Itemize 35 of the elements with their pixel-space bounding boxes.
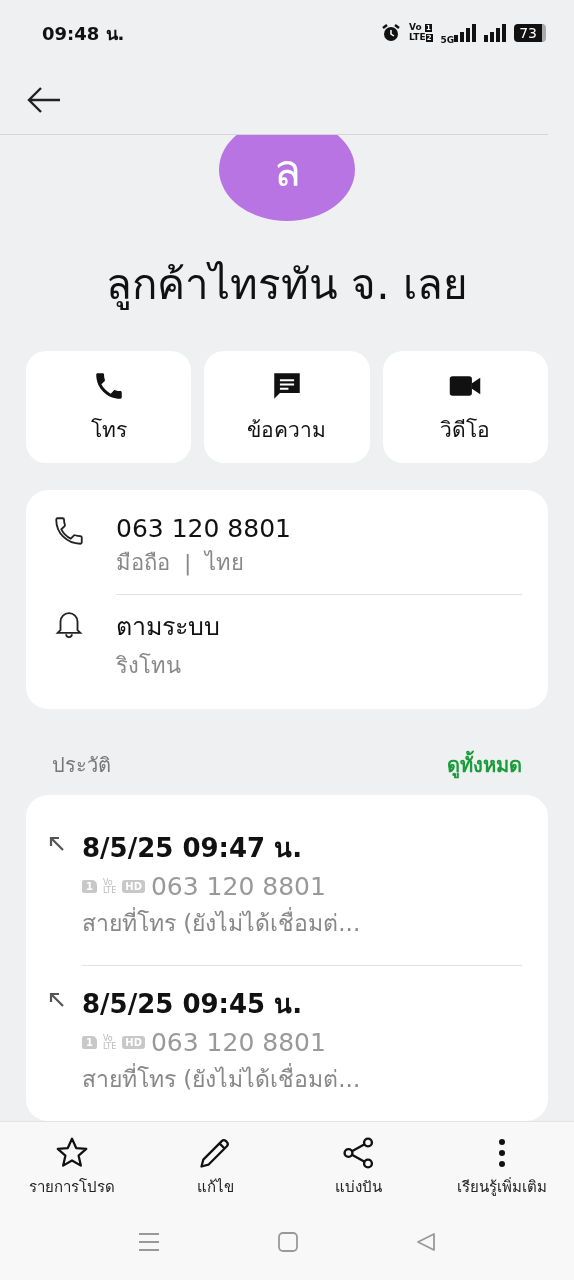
toolbar-button[interactable]: รายการโปรด: [0, 1122, 144, 1212]
call-time: 8/5/25 09:47 น.: [82, 832, 304, 865]
call-number: 063 120 8801: [150, 872, 326, 901]
call-time: 8/5/25 09:45 น.: [82, 988, 304, 1021]
phone-icon: [52, 514, 86, 548]
contact-name: ลูกค้าไทรทัน จ. เลย: [104, 259, 470, 312]
outgoing-call-icon: [48, 835, 66, 853]
back-icon[interactable]: [416, 1232, 436, 1252]
network-type: 5G: [440, 35, 455, 45]
volte-label: Vo LTE: [102, 878, 117, 895]
contact-avatar: ล: [219, 135, 355, 221]
volte-label: Vo LTE: [102, 1034, 117, 1051]
toolbar-button[interactable]: แบ่งปัน: [287, 1122, 431, 1212]
info-title[interactable]: ตามระบบ: [116, 606, 220, 646]
toolbar-button[interactable]: เรียนรู้เพิ่มเติม: [430, 1122, 574, 1212]
contact-action-button[interactable]: วิดีโอ: [382, 351, 548, 463]
signal-icon: [454, 24, 477, 42]
section-title: ประวัติ: [52, 752, 111, 779]
contact-action-button[interactable]: โทร: [26, 351, 192, 463]
menu-icon[interactable]: [138, 1232, 160, 1252]
info-subtitle: ริงโทน: [116, 652, 182, 680]
call-status: สายที่โทร (ยังไม่ได้เชื่อมต่...: [82, 905, 361, 941]
alarm-icon: [381, 23, 402, 43]
home-icon[interactable]: [278, 1232, 298, 1252]
call-status: สายที่โทร (ยังไม่ได้เชื่อมต่...: [82, 1061, 361, 1097]
battery-indicator: 73: [514, 24, 546, 42]
outgoing-call-icon: [48, 991, 66, 1009]
info-subtitle: มือถือ | ไทย: [116, 549, 246, 578]
status-time: 09:48 น.: [42, 21, 125, 46]
signal-icon: [484, 24, 507, 42]
toolbar-button[interactable]: แก้ไข: [143, 1122, 287, 1212]
call-number: 063 120 8801: [150, 1028, 326, 1057]
back-arrow-icon[interactable]: [26, 85, 62, 115]
contact-action-button[interactable]: ข้อความ: [204, 351, 370, 463]
info-title[interactable]: 063 120 8801: [116, 514, 291, 543]
